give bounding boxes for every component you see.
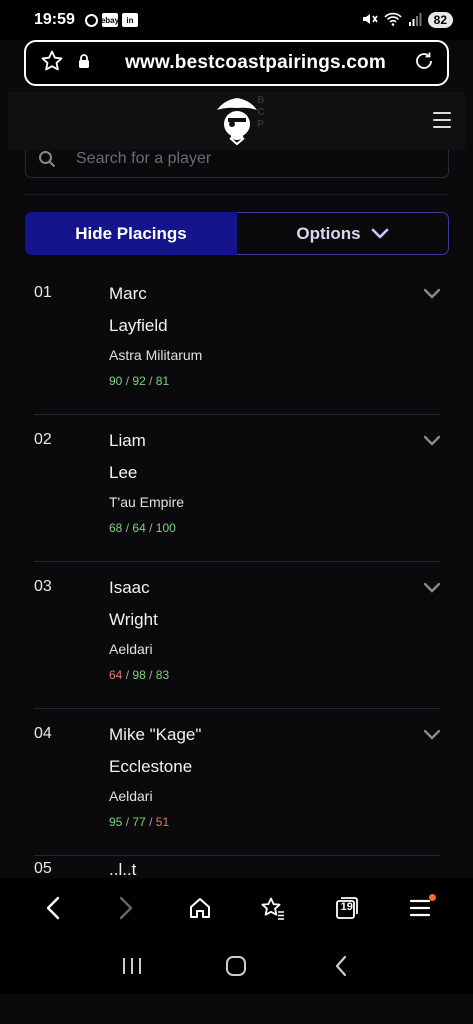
expand-chevron-icon[interactable] bbox=[423, 435, 441, 447]
options-button[interactable]: Options bbox=[237, 212, 449, 255]
divider bbox=[25, 194, 449, 195]
player-last-name: Wright bbox=[109, 610, 158, 629]
mute-icon bbox=[362, 12, 378, 29]
score-value: 100 bbox=[155, 521, 176, 535]
signal-icon bbox=[408, 12, 422, 29]
main-content: Search for a player Hide Placings Option… bbox=[8, 150, 465, 878]
home-button[interactable] bbox=[180, 888, 220, 928]
player-first-name: Marc bbox=[109, 284, 147, 303]
status-system-icons: 82 bbox=[362, 12, 453, 29]
threads-icon bbox=[84, 13, 98, 27]
player-list: 01 Marc Layfield Astra Militarum 90 / 92… bbox=[8, 268, 465, 878]
player-faction: Aeldari bbox=[109, 788, 153, 804]
notification-dot bbox=[429, 894, 437, 901]
recent-apps-icon bbox=[123, 958, 142, 974]
player-scores: 64 / 98 / 83 bbox=[109, 668, 170, 682]
forward-arrow-icon bbox=[120, 896, 133, 920]
back-button[interactable] bbox=[33, 888, 73, 928]
score-value: 51 bbox=[155, 815, 170, 829]
player-first-name: Mike "Kage" bbox=[109, 725, 202, 744]
reload-icon[interactable] bbox=[413, 50, 435, 77]
placing-number: 05 bbox=[34, 860, 52, 877]
expand-chevron-icon[interactable] bbox=[423, 288, 441, 300]
back-nav-button[interactable] bbox=[321, 946, 361, 986]
player-row[interactable]: 02 Liam Lee T'au Empire 68 / 64 / 100 bbox=[8, 415, 465, 562]
android-navigation-bar bbox=[0, 938, 473, 994]
player-faction: Astra Militarum bbox=[109, 347, 203, 363]
status-bar: 19:59 ebay in 82 bbox=[0, 0, 473, 40]
score-value: 83 bbox=[155, 668, 170, 682]
home-nav-button[interactable] bbox=[216, 946, 256, 986]
expand-chevron-icon[interactable] bbox=[423, 729, 441, 741]
player-last-name: Ecclestone bbox=[109, 757, 193, 776]
search-icon bbox=[39, 150, 56, 167]
site-header: B C P bbox=[8, 92, 465, 150]
player-scores: 95 / 77 / 51 bbox=[109, 815, 170, 829]
player-faction: Aeldari bbox=[109, 641, 153, 657]
player-first-name: ..l..t bbox=[109, 860, 137, 878]
bookmarks-star-icon bbox=[261, 897, 285, 920]
screen-bottom bbox=[0, 994, 473, 1024]
player-row[interactable]: 03 Isaac Wright Aeldari 64 / 98 / 83 bbox=[8, 562, 465, 709]
tabs-count: 19 bbox=[340, 901, 353, 913]
battery-indicator: 82 bbox=[427, 12, 453, 28]
score-value: 64 bbox=[132, 521, 146, 535]
score-value: 77 bbox=[132, 815, 146, 829]
player-last-name: Layfield bbox=[109, 316, 168, 335]
player-first-name: Liam bbox=[109, 431, 146, 450]
score-value: 92 bbox=[132, 374, 146, 388]
player-faction: T'au Empire bbox=[109, 494, 185, 510]
back-nav-icon bbox=[335, 955, 346, 977]
hide-placings-button[interactable]: Hide Placings bbox=[25, 212, 237, 255]
player-scores: 68 / 64 / 100 bbox=[109, 521, 176, 535]
chevron-down-icon bbox=[371, 228, 388, 238]
wifi-icon bbox=[384, 12, 402, 29]
score-value: 90 bbox=[109, 374, 123, 388]
bcp-logo[interactable]: B C P bbox=[207, 93, 267, 149]
ebay-icon: ebay bbox=[101, 13, 119, 27]
menu-icon bbox=[410, 899, 431, 917]
placing-number: 03 bbox=[34, 578, 52, 595]
bookmark-star-icon[interactable] bbox=[40, 49, 64, 78]
score-value: 68 bbox=[109, 521, 123, 535]
browser-toolbar: 19 bbox=[0, 878, 473, 938]
forward-button[interactable] bbox=[106, 888, 146, 928]
score-value: 95 bbox=[109, 815, 123, 829]
placing-number: 04 bbox=[34, 725, 52, 742]
tabs-button[interactable]: 19 bbox=[327, 888, 367, 928]
options-label: Options bbox=[296, 223, 361, 243]
player-scores: 90 / 92 / 81 bbox=[109, 374, 170, 388]
expand-chevron-icon[interactable] bbox=[423, 582, 441, 594]
back-arrow-icon bbox=[46, 896, 59, 920]
home-circle-icon bbox=[226, 956, 247, 976]
hamburger-menu-icon[interactable] bbox=[433, 112, 451, 128]
score-value: 64 bbox=[109, 668, 123, 682]
url-text[interactable]: www.bestcoastpairings.com bbox=[98, 52, 413, 74]
player-last-name: Lee bbox=[109, 463, 138, 482]
player-search-input[interactable]: Search for a player bbox=[25, 150, 449, 178]
score-value: 98 bbox=[132, 668, 146, 682]
home-icon bbox=[189, 898, 210, 918]
status-notification-icons: ebay in bbox=[84, 13, 138, 27]
logo-letters: B C P bbox=[257, 95, 265, 130]
recent-apps-button[interactable] bbox=[112, 946, 152, 986]
pirate-logo-icon bbox=[216, 98, 257, 146]
placing-number: 02 bbox=[34, 431, 52, 448]
linkedin-icon: in bbox=[121, 13, 138, 27]
status-time: 19:59 bbox=[34, 11, 75, 28]
player-row[interactable]: 05 ..l..t bbox=[8, 856, 465, 878]
player-first-name: Isaac bbox=[109, 578, 150, 597]
player-row[interactable]: 01 Marc Layfield Astra Militarum 90 / 92… bbox=[8, 268, 465, 415]
bookmarks-button[interactable] bbox=[253, 888, 293, 928]
search-placeholder: Search for a player bbox=[76, 150, 212, 167]
score-value: 81 bbox=[155, 374, 170, 388]
browser-menu-button[interactable] bbox=[400, 888, 440, 928]
placing-number: 01 bbox=[34, 284, 52, 301]
url-bar[interactable]: www.bestcoastpairings.com bbox=[24, 40, 449, 86]
placings-controls: Hide Placings Options bbox=[25, 212, 449, 255]
player-row[interactable]: 04 Mike "Kage" Ecclestone Aeldari 95 / 7… bbox=[8, 709, 465, 856]
lock-icon bbox=[78, 53, 90, 73]
